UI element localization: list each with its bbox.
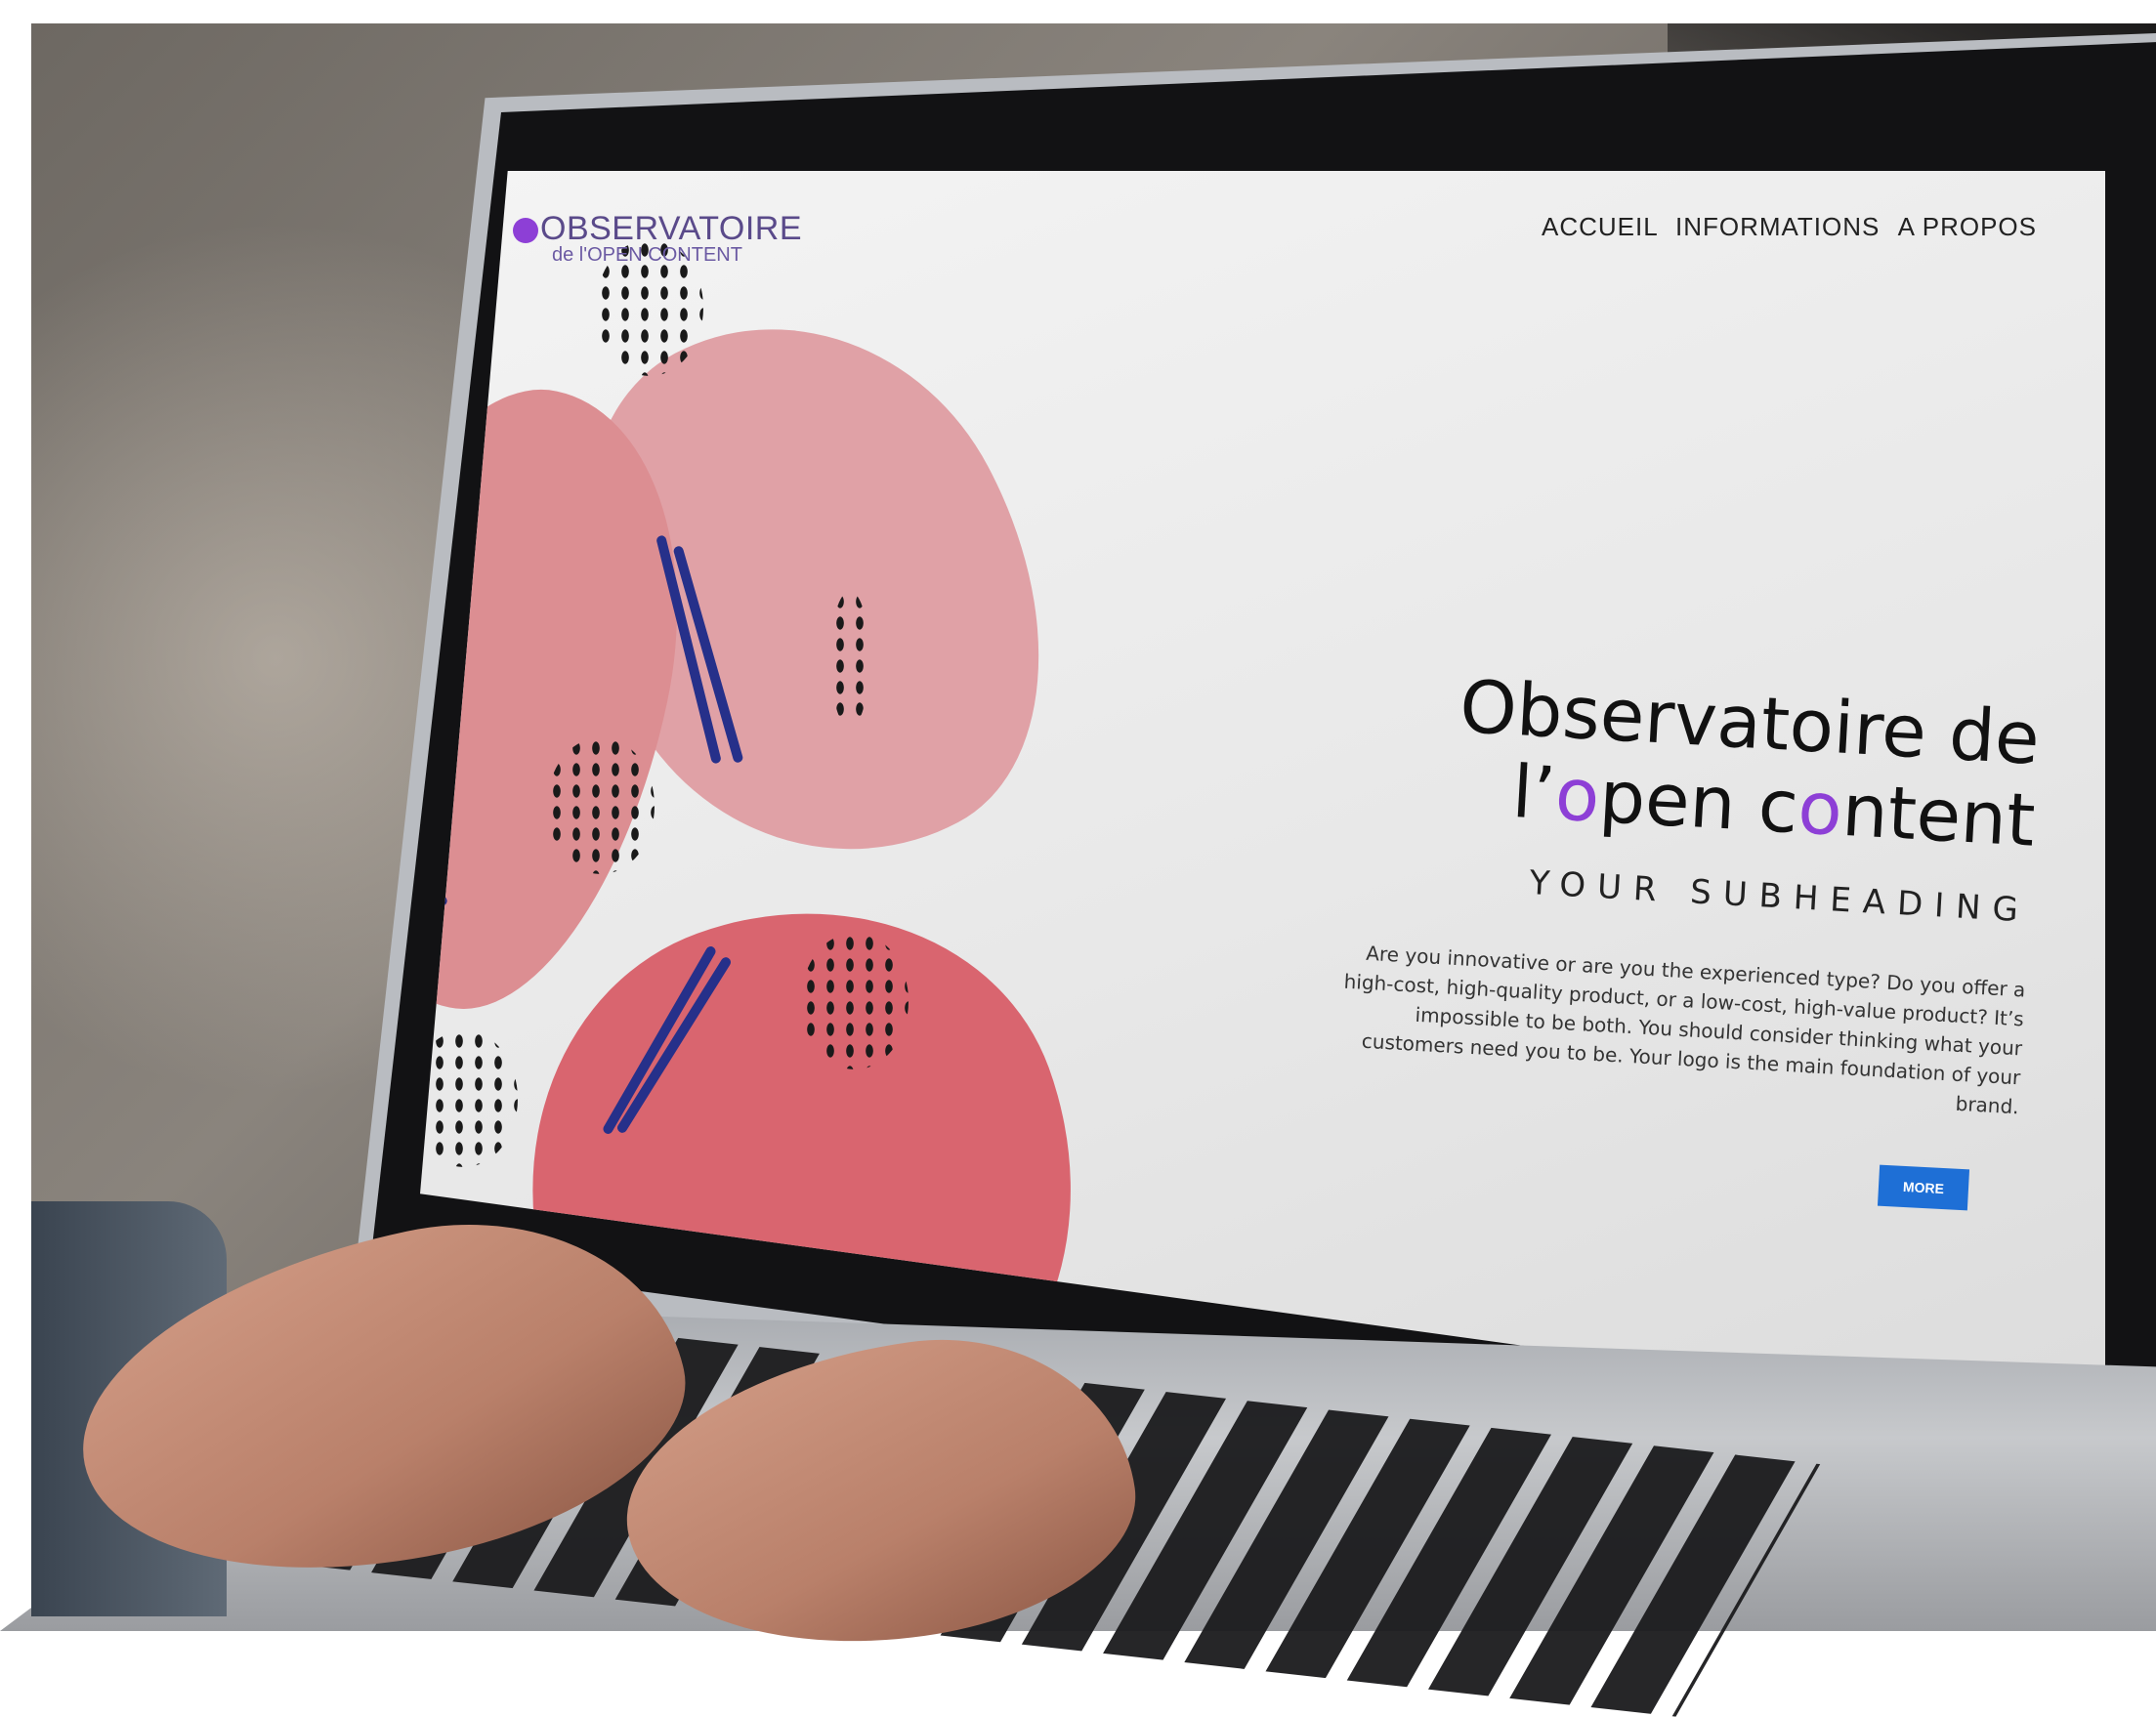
nav-item-informations[interactable]: INFORMATIONS bbox=[1675, 212, 1880, 241]
nav-item-a-propos[interactable]: A PROPOS bbox=[1898, 212, 2037, 241]
hero-body-text: Are you innovative or are you the experi… bbox=[1343, 941, 2026, 1119]
hero-title: Observatoire de l’open content bbox=[1350, 660, 2042, 863]
dot-cluster bbox=[801, 933, 909, 1069]
dot-cluster bbox=[547, 737, 655, 874]
logo-mark-icon bbox=[513, 218, 538, 244]
dot-cluster bbox=[830, 591, 869, 728]
main-nav: ACCUEIL INFORMATIONS A PROPOS bbox=[1532, 212, 2037, 242]
more-button[interactable]: MORE bbox=[1877, 1164, 1970, 1211]
hero-subheading: YOUR SUBHEADING bbox=[1528, 863, 2031, 931]
hero-section: Observatoire de l’open content YOUR SUBH… bbox=[1335, 660, 2042, 1121]
dot-cluster bbox=[420, 1030, 518, 1167]
nav-item-accueil[interactable]: ACCUEIL bbox=[1542, 212, 1658, 241]
logo-line1: OBSERVATOIRE bbox=[540, 210, 803, 247]
site-logo[interactable]: OBSERVATOIRE de l'OPEN CONTENT bbox=[513, 210, 802, 267]
